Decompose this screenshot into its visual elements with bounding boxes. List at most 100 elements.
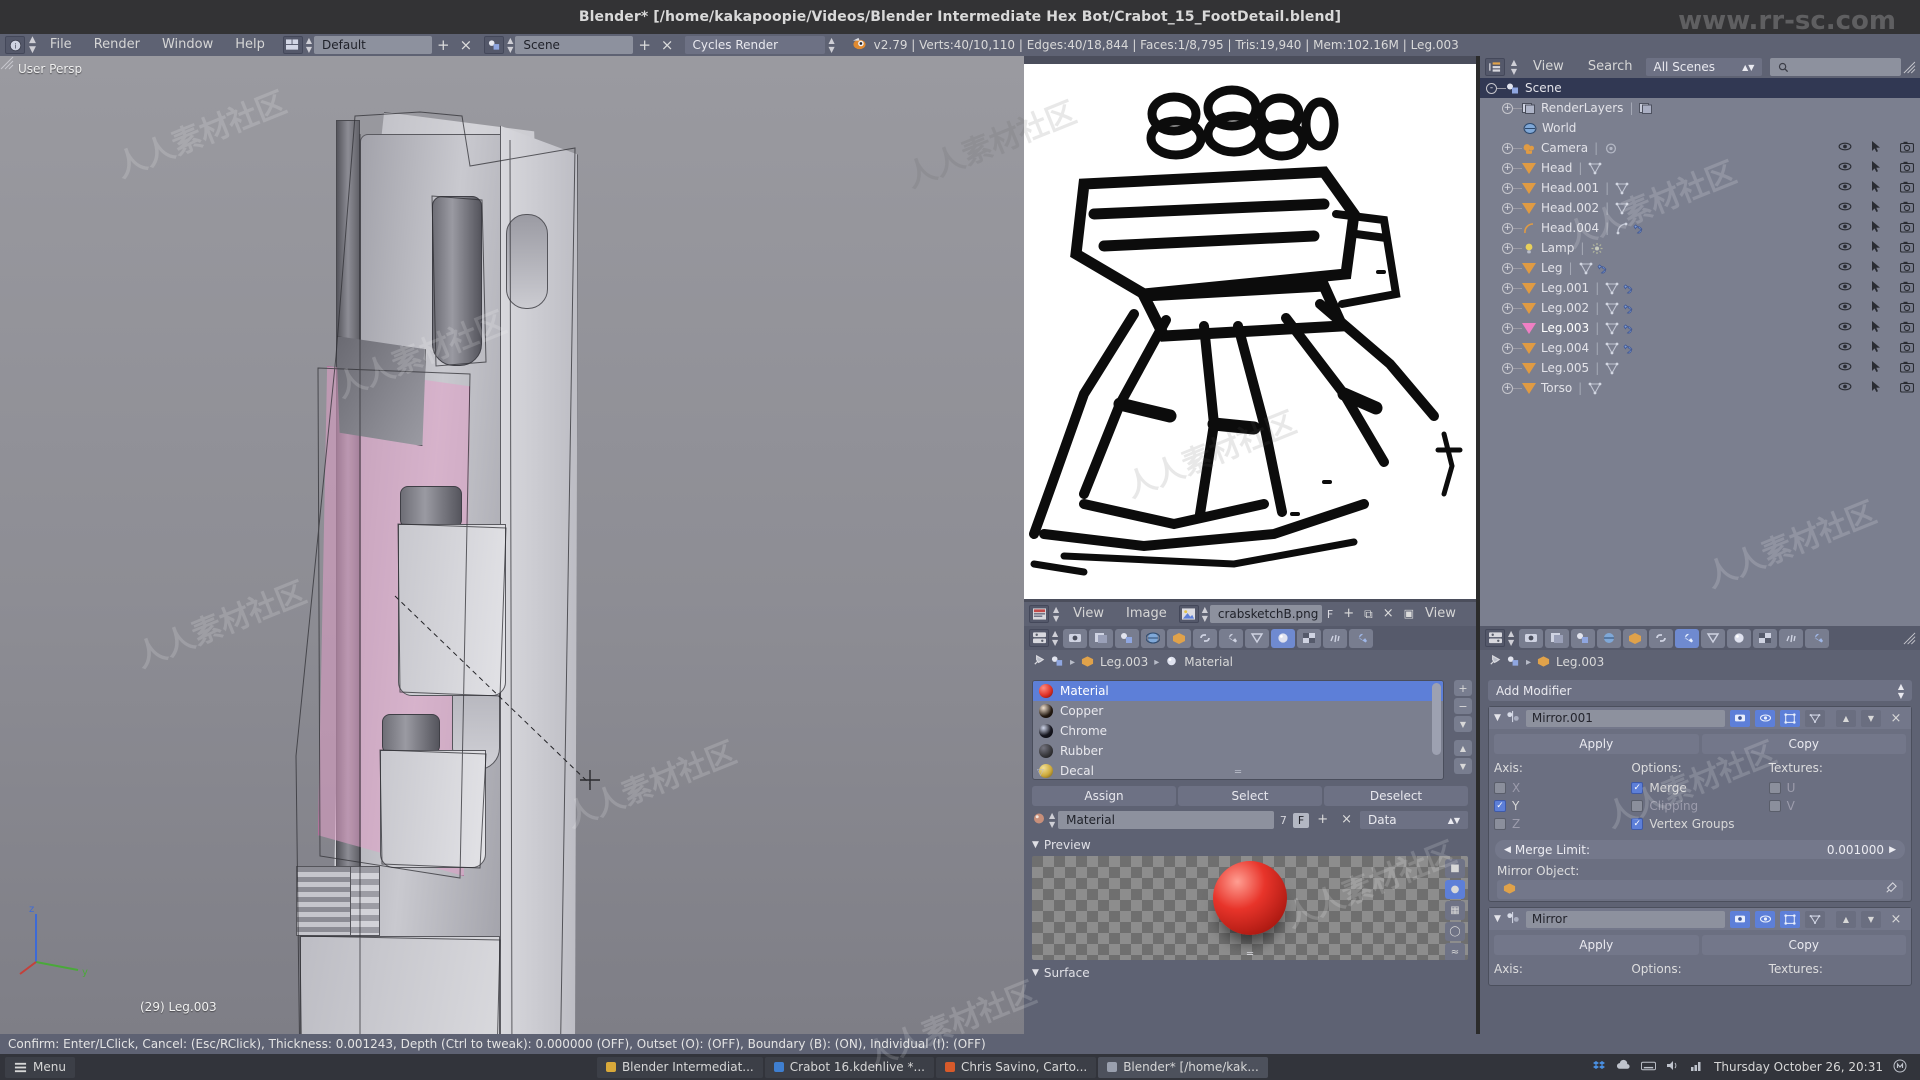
outliner-expand-toggle[interactable]: -	[1486, 82, 1497, 94]
outliner-expand-toggle[interactable]: +	[1502, 362, 1513, 374]
modifier-move-up-button[interactable]: ▲	[1836, 910, 1856, 928]
render-engine-chevron-icon[interactable]: ▲ ▼	[825, 36, 839, 54]
tab-physics[interactable]	[1805, 628, 1830, 648]
preview-monkey-button[interactable]: ◯	[1445, 922, 1465, 941]
new-scene-button[interactable]: +	[633, 36, 656, 54]
wrench-icon[interactable]	[1623, 302, 1637, 315]
outliner-row-camera[interactable]: + Camera |	[1480, 138, 1920, 158]
move-slot-down-button[interactable]: ▼	[1454, 758, 1472, 774]
tab-world[interactable]	[1597, 628, 1622, 648]
material-fake-user-button[interactable]: F	[1292, 812, 1310, 828]
tab-scene[interactable]	[1115, 628, 1140, 648]
scene-breadcrumb-icon[interactable]	[1051, 655, 1064, 670]
restrict-render-camera-icon[interactable]	[1899, 221, 1915, 236]
clock-label[interactable]: Thursday October 26, 20:31	[1714, 1060, 1883, 1074]
vertex-groups-checkbox[interactable]: ✓	[1631, 818, 1644, 830]
preview-panel-header[interactable]: ▼ Preview	[1032, 838, 1468, 852]
tab-physics[interactable]	[1349, 628, 1374, 648]
modifier-expand-icon[interactable]: ▼	[1494, 914, 1501, 924]
preview-flat-button[interactable]: ■	[1445, 859, 1465, 878]
volume-icon[interactable]	[1666, 1059, 1680, 1075]
merge-limit-slider[interactable]: ◀ Merge Limit: 0.001000 ▶	[1495, 840, 1905, 859]
add-material-slot-button[interactable]: +	[1454, 680, 1472, 696]
material-link-select[interactable]: Data ▲▼	[1360, 811, 1468, 829]
tab-render-layers[interactable]	[1545, 628, 1570, 648]
menu-file[interactable]: File	[39, 34, 83, 56]
restrict-view-eye-icon[interactable]	[1838, 301, 1852, 315]
merge-checkbox[interactable]: ✓	[1631, 782, 1644, 794]
modifier-move-down-button[interactable]: ▼	[1861, 709, 1881, 727]
notification-icon[interactable]	[1893, 1059, 1907, 1076]
image-editor-type-chevron-icon[interactable]: ▲ ▼	[1050, 605, 1062, 623]
outliner-row-head-004[interactable]: + Head.004 |	[1480, 218, 1920, 238]
restrict-select-cursor-icon[interactable]	[1870, 340, 1882, 356]
modifier-expand-icon[interactable]: ▼	[1494, 713, 1501, 723]
outliner-row-head-001[interactable]: + Head.001 |	[1480, 178, 1920, 198]
outliner-expand-toggle[interactable]: +	[1502, 302, 1513, 314]
modifier-object-name[interactable]: Leg.003	[1556, 655, 1604, 669]
outliner-row-leg-004[interactable]: + Leg.004 |	[1480, 338, 1920, 358]
outliner-expand-toggle[interactable]: +	[1502, 142, 1513, 154]
3d-viewport[interactable]: User Persp z y (29) Leg.003	[0, 56, 1024, 1040]
outliner-expand-toggle[interactable]: +	[1502, 102, 1513, 114]
modifier-apply-button[interactable]: Apply	[1494, 935, 1699, 955]
restrict-render-camera-icon[interactable]	[1899, 181, 1915, 196]
material-users-count[interactable]: 7	[1277, 814, 1290, 827]
outliner-expand-toggle[interactable]: +	[1502, 382, 1513, 394]
modifier-editmode-toggle[interactable]	[1780, 910, 1800, 928]
image-browse-chevron-icon[interactable]: ▲ ▼	[1200, 605, 1210, 623]
assign-button[interactable]: Assign	[1032, 786, 1176, 806]
axis-z-checkbox[interactable]	[1494, 818, 1506, 830]
restrict-render-camera-icon[interactable]	[1899, 381, 1915, 396]
image-fake-user-button[interactable]: F	[1322, 608, 1338, 621]
restrict-render-camera-icon[interactable]	[1899, 341, 1915, 356]
outliner-expand-toggle[interactable]: +	[1502, 182, 1513, 194]
outliner-expand-toggle[interactable]: +	[1502, 262, 1513, 274]
network-icon[interactable]	[1690, 1059, 1704, 1075]
modifier-name-field[interactable]: Mirror	[1525, 910, 1725, 928]
restrict-render-camera-icon[interactable]	[1899, 161, 1915, 176]
remove-material-slot-button[interactable]: −	[1454, 698, 1472, 714]
menu-render[interactable]: Render	[83, 34, 151, 56]
tab-object[interactable]	[1167, 628, 1192, 648]
properties-editor-icon[interactable]	[1485, 629, 1505, 647]
material-list-filter-icon[interactable]: ▽	[1037, 768, 1044, 778]
restrict-view-eye-icon[interactable]	[1838, 161, 1852, 175]
restrict-render-camera-icon[interactable]	[1899, 201, 1915, 216]
material-slot-row[interactable]: Chrome	[1033, 721, 1443, 741]
preview-sphere-button[interactable]: ●	[1445, 880, 1465, 899]
dropbox-icon[interactable]	[1592, 1059, 1606, 1076]
modifier-move-down-button[interactable]: ▼	[1861, 910, 1881, 928]
restrict-view-eye-icon[interactable]	[1838, 141, 1852, 155]
tab-texture[interactable]	[1753, 628, 1778, 648]
modifier-panel-mirror-001[interactable]: ▼ Mirror.001 ▲ ▼ × Apply Copy Axis: X ✓ …	[1488, 706, 1912, 902]
material-preview-viewport[interactable]: ■ ● ▦ ◯ ≈ ◐ ═	[1032, 856, 1468, 960]
restrict-select-cursor-icon[interactable]	[1870, 300, 1882, 316]
pin-icon[interactable]	[1032, 654, 1045, 670]
modifier-name-field[interactable]: Mirror.001	[1525, 709, 1725, 727]
restrict-select-cursor-icon[interactable]	[1870, 360, 1882, 376]
cloud-icon[interactable]	[1616, 1059, 1631, 1075]
menu-help[interactable]: Help	[224, 34, 276, 56]
scene-icon[interactable]	[484, 36, 505, 54]
renderlayer-data-icon[interactable]	[1639, 102, 1653, 115]
render-engine-select[interactable]: Cycles Render	[684, 36, 825, 54]
outliner-row-leg-003[interactable]: + Leg.003 |	[1480, 318, 1920, 338]
modifier-delete-button[interactable]: ×	[1886, 911, 1906, 928]
option-vertex-groups-row[interactable]: ✓ Vertex Groups	[1631, 815, 1768, 833]
taskbar-window-button[interactable]: Chris Savino, Carto...	[935, 1056, 1097, 1078]
axis-y-checkbox[interactable]: ✓	[1494, 800, 1506, 812]
editor-type-chevron-icon[interactable]: ▲ ▼	[26, 35, 39, 55]
start-menu-button[interactable]: Menu	[5, 1056, 75, 1078]
scene-field[interactable]: Scene	[515, 36, 634, 54]
wrench-icon[interactable]	[1623, 322, 1637, 335]
option-merge-row[interactable]: ✓ Merge	[1631, 779, 1768, 797]
outliner-tree[interactable]: - Scene + RenderLayers | World + Camera | + Head | +…	[1480, 78, 1920, 398]
move-slot-up-button[interactable]: ▲	[1454, 740, 1472, 756]
tab-constraints[interactable]	[1649, 628, 1674, 648]
tab-data[interactable]	[1701, 628, 1726, 648]
new-screen-button[interactable]: +	[432, 36, 455, 54]
restrict-select-cursor-icon[interactable]	[1870, 260, 1882, 276]
merge-limit-inc-icon[interactable]: ▶	[1889, 845, 1896, 855]
axis-x-row[interactable]: X	[1494, 779, 1631, 797]
